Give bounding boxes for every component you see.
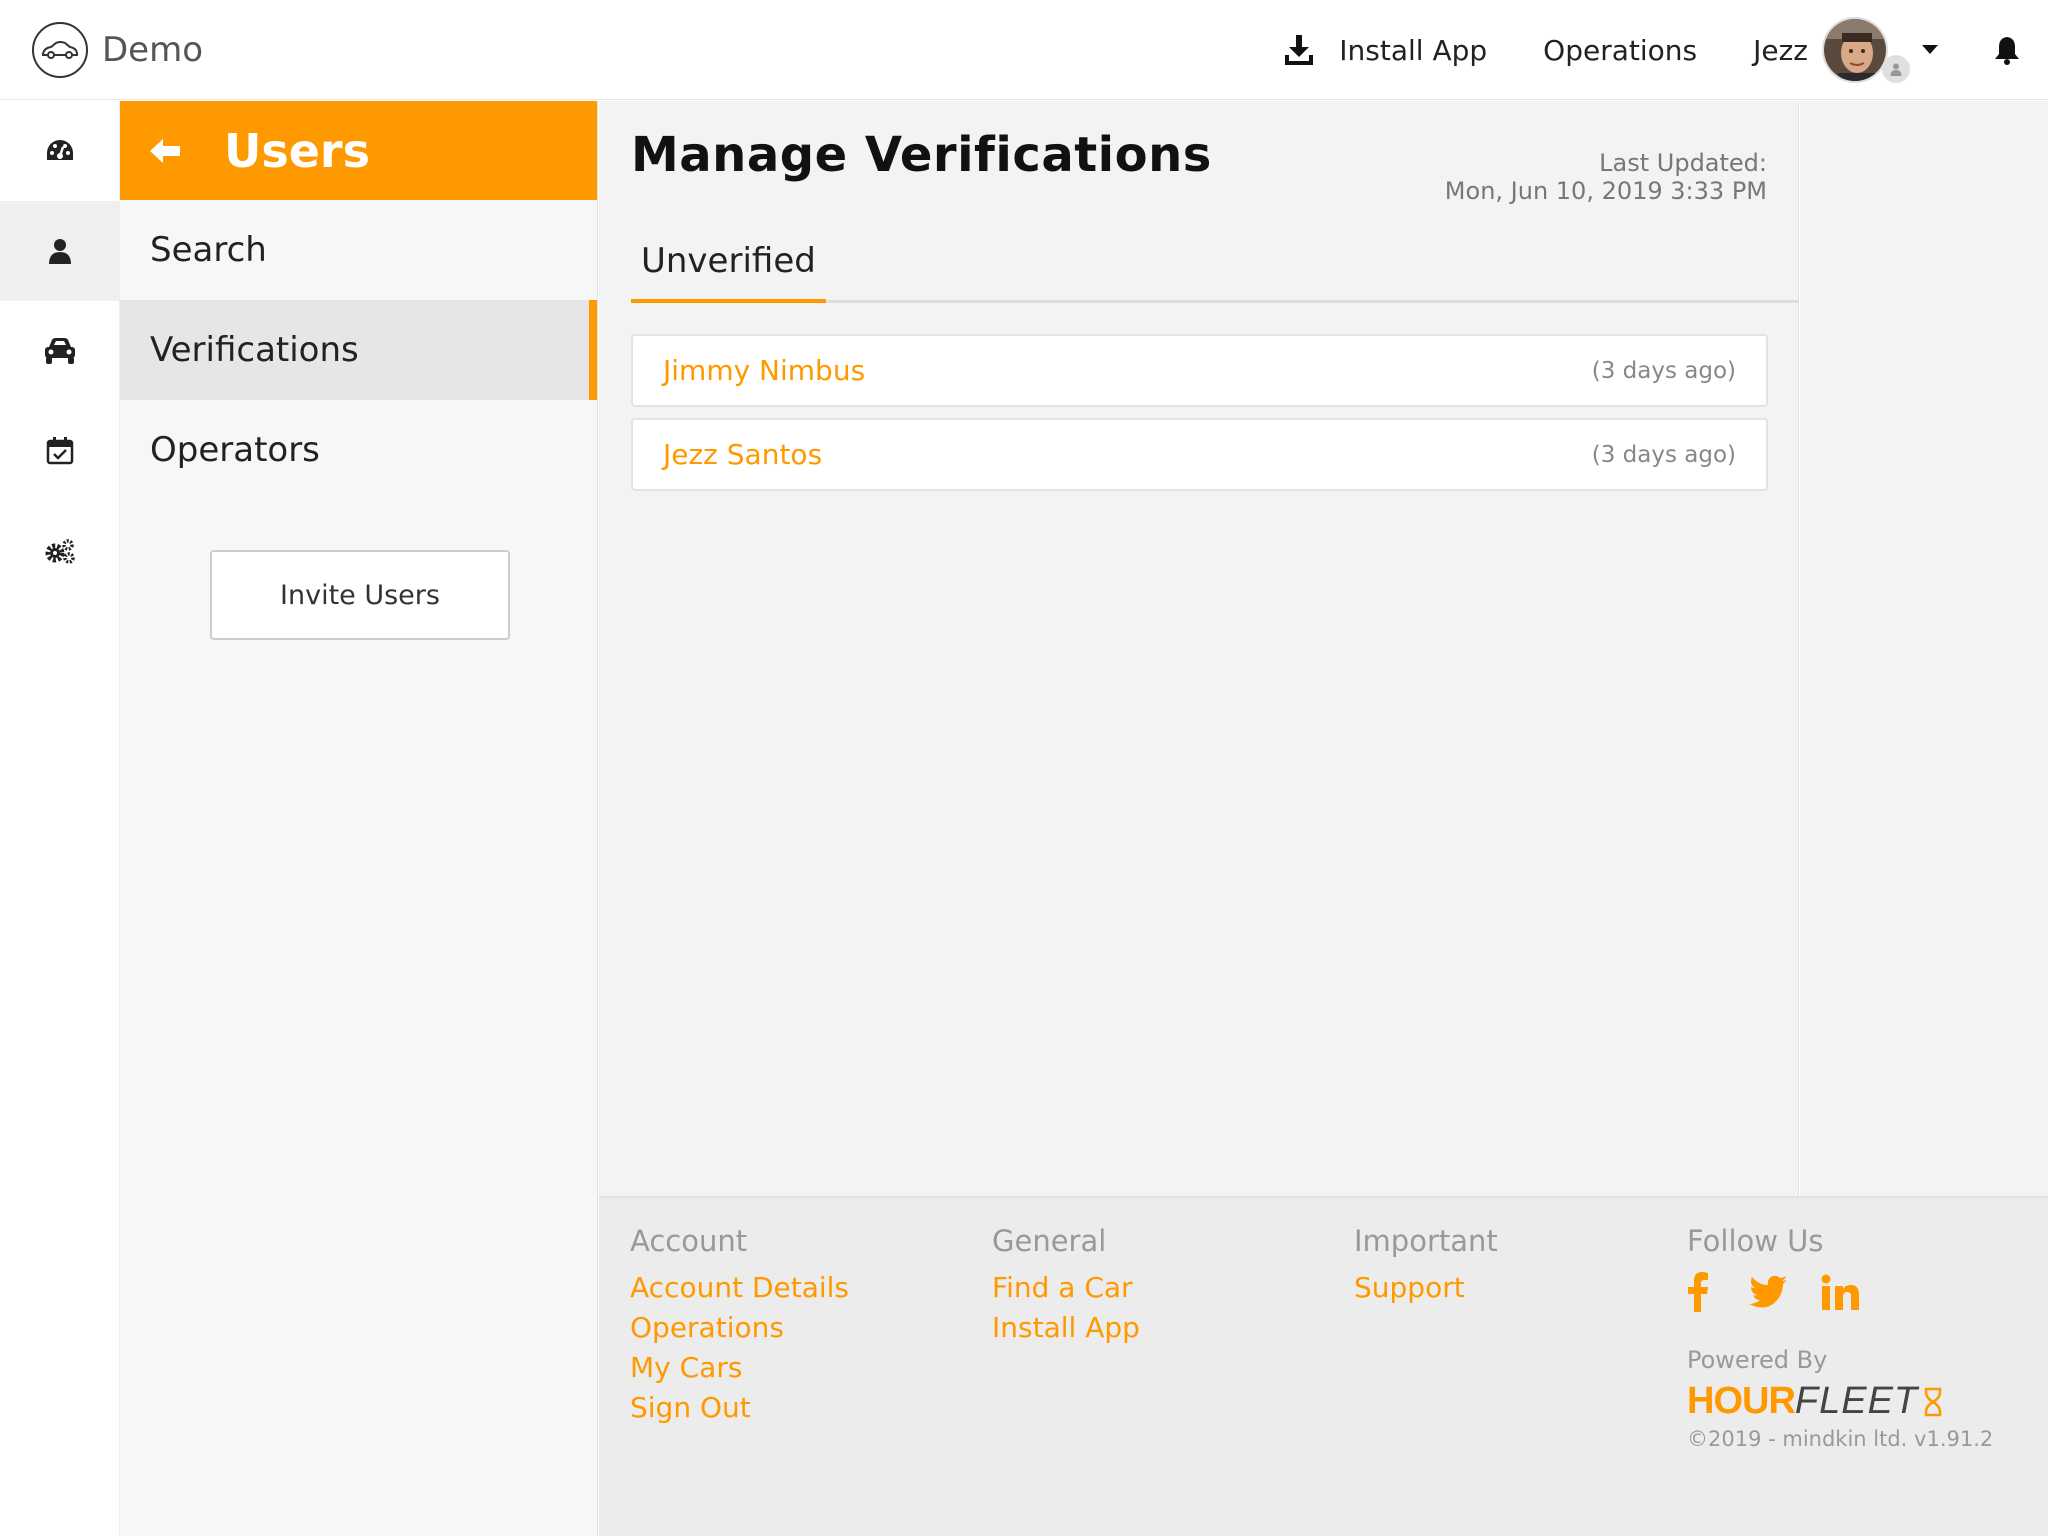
top-bar: Demo Install App Operations Jezz [0, 0, 2048, 100]
subnav-item-search[interactable]: Search [120, 200, 597, 300]
brand-home-link[interactable]: Demo [32, 22, 203, 78]
subnav-item-label: Operators [150, 430, 320, 470]
twitter-icon[interactable] [1749, 1276, 1787, 1308]
subnav-item-operators[interactable]: Operators [120, 400, 597, 500]
subnav-title: Users [224, 123, 370, 178]
chevron-down-icon [1922, 45, 1938, 54]
hourglass-icon [1924, 1387, 1942, 1416]
dashboard-icon [47, 140, 73, 160]
operations-footer-link[interactable]: Operations [630, 1308, 849, 1348]
right-column [1800, 101, 2048, 1196]
rail-item-dashboard[interactable] [0, 101, 120, 201]
rail-item-users[interactable] [0, 201, 120, 301]
car-logo-icon [32, 22, 88, 78]
avatar [1822, 17, 1910, 83]
footer-follow: Follow Us Powered By HOUR FLEET ©2019 - … [1687, 1224, 1993, 1451]
footer-heading: Account [630, 1224, 748, 1258]
relative-time: (3 days ago) [1591, 441, 1736, 468]
social-links [1687, 1272, 1993, 1312]
arrow-left-icon [150, 138, 180, 163]
page-title: Manage Verifications [631, 127, 1212, 183]
rail-item-cars[interactable] [0, 301, 120, 401]
user-status-icon [1882, 55, 1910, 83]
bell-icon[interactable] [1994, 35, 2020, 65]
list-item[interactable]: Jezz Santos (3 days ago) [631, 418, 1768, 491]
list-item[interactable]: Jimmy Nimbus (3 days ago) [631, 334, 1768, 407]
download-icon [1285, 35, 1314, 65]
sign-out-link[interactable]: Sign Out [630, 1388, 849, 1428]
user-name-link[interactable]: Jimmy Nimbus [663, 354, 865, 387]
operations-label: Operations [1543, 33, 1698, 67]
verification-tabs: Unverified [631, 241, 1799, 303]
install-app-label: Install App [1339, 33, 1488, 67]
invite-users-button[interactable]: Invite Users [210, 550, 510, 640]
footer-account: Account Account Details Operations My Ca… [630, 1224, 849, 1428]
last-updated: Last Updated: Mon, Jun 10, 2019 3:33 PM [1445, 149, 1767, 205]
logo-hour: HOUR [1687, 1380, 1796, 1422]
user-name: Jezz [1753, 33, 1808, 67]
tab-unverified[interactable]: Unverified [631, 241, 826, 303]
rail-item-bookings[interactable] [0, 401, 120, 501]
icon-rail [0, 101, 120, 1536]
copyright: ©2019 - mindkin ltd. v1.91.2 [1687, 1427, 1994, 1451]
gears-icon [45, 539, 75, 564]
footer-heading: Follow Us [1687, 1224, 1824, 1258]
linkedin-icon[interactable] [1821, 1274, 1859, 1310]
subnav-item-verifications[interactable]: Verifications [120, 300, 597, 400]
install-app-footer-link[interactable]: Install App [992, 1308, 1140, 1348]
footer-important: Important Support [1354, 1224, 1498, 1308]
footer-heading: General [992, 1224, 1107, 1258]
brand-name: Demo [102, 30, 204, 70]
operations-link[interactable]: Operations [1543, 34, 1697, 67]
user-menu[interactable]: Jezz [1753, 17, 1938, 83]
subnav-item-label: Verifications [150, 330, 359, 370]
main-content: Manage Verifications Last Updated: Mon, … [599, 101, 1799, 1196]
user-name-link[interactable]: Jezz Santos [663, 438, 822, 471]
footer-general: General Find a Car Install App [992, 1224, 1140, 1348]
car-icon [45, 338, 75, 364]
rail-item-settings[interactable] [0, 501, 120, 601]
verification-list: Jimmy Nimbus (3 days ago) Jezz Santos (3… [631, 334, 1768, 502]
hourfleet-logo[interactable]: HOUR FLEET [1687, 1380, 1993, 1423]
last-updated-label: Last Updated: [1599, 149, 1767, 177]
footer-heading: Important [1354, 1224, 1498, 1258]
users-subnav: Users Search Verifications Operators Inv… [120, 101, 598, 1536]
calendar-check-icon [46, 437, 74, 465]
install-app-link[interactable]: Install App [1285, 34, 1487, 67]
user-icon [49, 239, 71, 264]
powered-by-label: Powered By [1687, 1346, 1828, 1374]
top-nav: Install App Operations Jezz [1285, 0, 2048, 100]
relative-time: (3 days ago) [1591, 357, 1736, 384]
account-details-link[interactable]: Account Details [630, 1268, 849, 1308]
footer: Account Account Details Operations My Ca… [599, 1196, 2048, 1536]
subnav-item-label: Search [150, 230, 267, 270]
users-back-button[interactable]: Users [120, 101, 597, 200]
my-cars-link[interactable]: My Cars [630, 1348, 849, 1388]
logo-fleet: FLEET [1794, 1380, 1919, 1422]
facebook-icon[interactable] [1687, 1272, 1709, 1312]
find-a-car-link[interactable]: Find a Car [992, 1268, 1140, 1308]
last-updated-value: Mon, Jun 10, 2019 3:33 PM [1444, 177, 1767, 205]
support-link[interactable]: Support [1354, 1268, 1498, 1308]
